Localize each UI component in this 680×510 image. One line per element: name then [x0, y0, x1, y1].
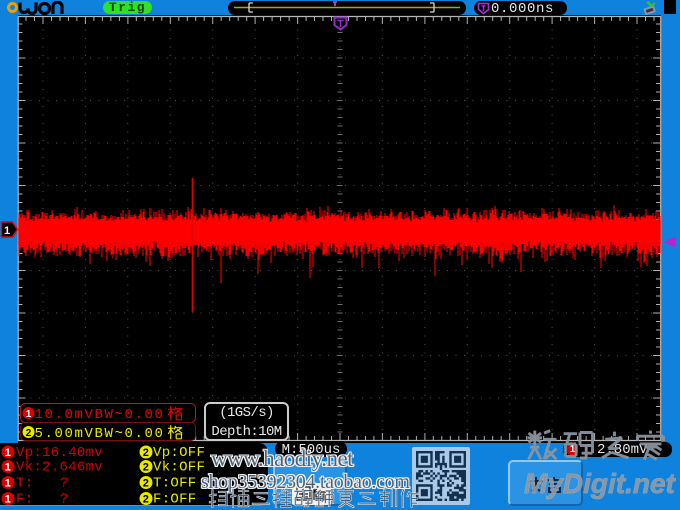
svg-text:MyDigit.net: MyDigit.net [524, 468, 677, 499]
svg-text:shop35392304.taobao.com: shop35392304.taobao.com [201, 471, 410, 493]
svg-text:www.haodiy.net: www.haodiy.net [211, 446, 354, 471]
